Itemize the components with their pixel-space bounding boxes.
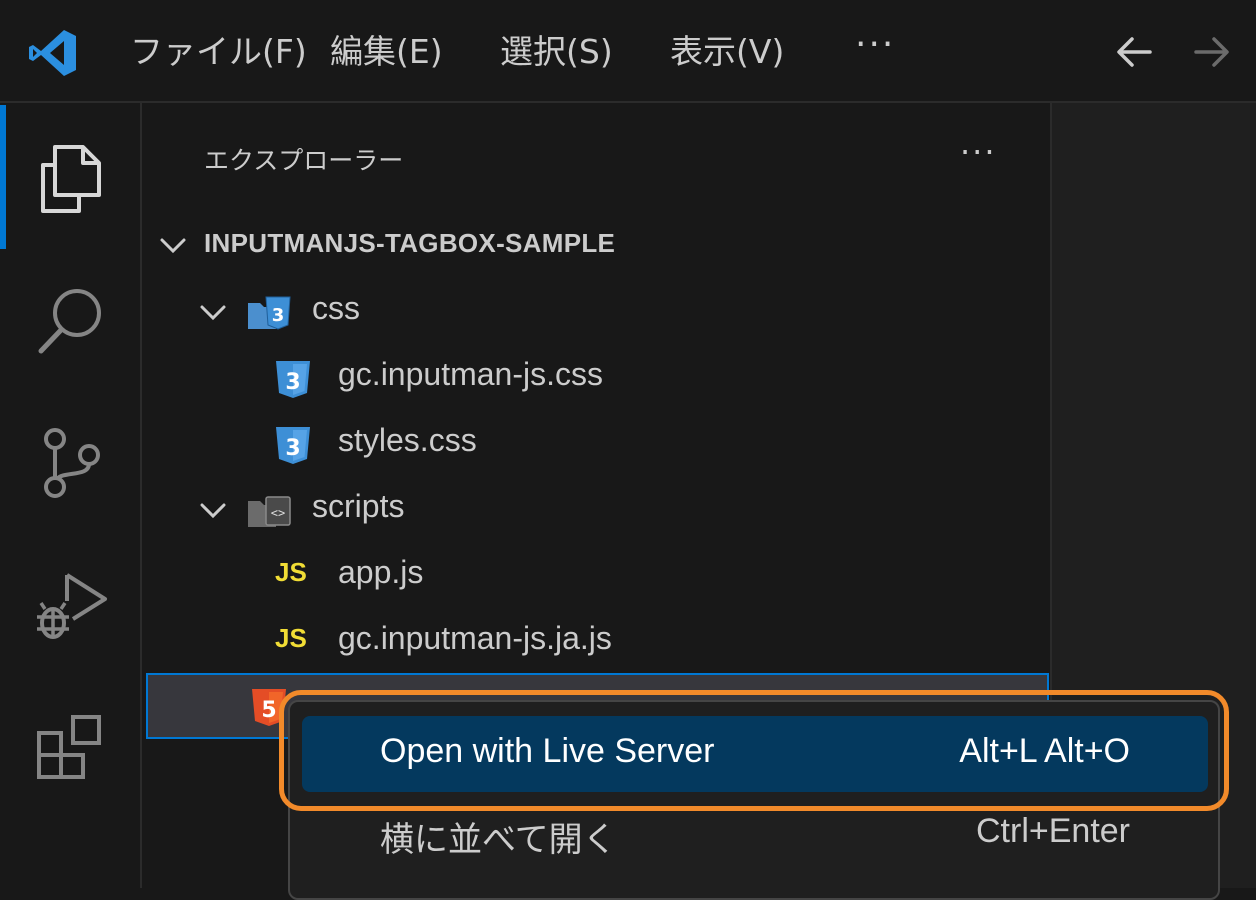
- tree-label: styles.css: [338, 422, 477, 458]
- tree-file-css[interactable]: 3 styles.css: [142, 411, 1050, 477]
- vscode-logo-icon: [29, 30, 76, 76]
- menu-item-shortcut: Ctrl+Enter: [976, 812, 1130, 850]
- svg-text:<>: <>: [271, 506, 285, 520]
- chevron-down-icon: [200, 305, 226, 321]
- context-menu: Open with Live Server Alt+L Alt+O 横に並べて開…: [288, 700, 1220, 900]
- source-control-icon[interactable]: [33, 425, 109, 501]
- root-folder-label: INPUTMANJS-TAGBOX-SAMPLE: [204, 228, 616, 258]
- scripts-folder-icon: <>: [248, 496, 291, 527]
- search-icon[interactable]: [33, 283, 109, 359]
- menu-edit[interactable]: 編集(E): [330, 30, 443, 74]
- tree-file-js[interactable]: JS app.js: [142, 543, 1050, 609]
- tree-label: app.js: [338, 554, 424, 590]
- tree-label: css: [312, 290, 360, 326]
- menu-more-button[interactable]: ···: [855, 24, 895, 65]
- menu-item-shortcut: Alt+L Alt+O: [959, 732, 1130, 770]
- js-file-icon: JS: [275, 557, 307, 587]
- css3-icon: 3: [276, 427, 310, 464]
- menu-open-live-server[interactable]: Open with Live Server Alt+L Alt+O: [302, 716, 1208, 792]
- css-folder-icon: 3: [248, 296, 291, 330]
- tree-folder-css[interactable]: 3 css: [142, 279, 1050, 345]
- menu-file[interactable]: ファイル(F): [130, 30, 307, 74]
- tree-label: gc.inputman-js.ja.js: [338, 620, 612, 656]
- tree-label: gc.inputman-js.css: [338, 356, 603, 392]
- chevron-down-icon: [200, 503, 226, 519]
- tree-root-folder[interactable]: INPUTMANJS-TAGBOX-SAMPLE: [142, 212, 1050, 278]
- svg-text:3: 3: [272, 305, 285, 326]
- run-debug-icon[interactable]: [33, 567, 109, 643]
- back-arrow-icon[interactable]: [1112, 30, 1156, 74]
- explorer-title: エクスプローラー: [204, 146, 404, 175]
- menu-open-to-side[interactable]: 横に並べて開く Ctrl+Enter: [302, 796, 1208, 872]
- menu-item-label: Open with Live Server: [380, 732, 715, 770]
- explorer-more-button[interactable]: ···: [960, 133, 997, 171]
- svg-text:3: 3: [285, 436, 300, 461]
- html5-icon: 5: [252, 689, 286, 726]
- activity-bar: [0, 103, 142, 888]
- svg-text:5: 5: [261, 698, 276, 723]
- extensions-icon[interactable]: [33, 711, 109, 787]
- tree-folder-scripts[interactable]: <> scripts: [142, 477, 1050, 543]
- tree-file-css[interactable]: 3 gc.inputman-js.css: [142, 345, 1050, 411]
- tree-label: scripts: [312, 488, 405, 524]
- css3-icon: 3: [276, 361, 310, 398]
- explorer-icon[interactable]: [33, 139, 109, 215]
- menu-item-label: 横に並べて開く: [380, 821, 617, 859]
- svg-text:3: 3: [285, 370, 300, 395]
- title-bar: ファイル(F) 編集(E) 選択(S) 表示(V) ···: [0, 0, 1256, 103]
- forward-arrow-icon[interactable]: [1190, 30, 1234, 74]
- menu-selection[interactable]: 選択(S): [500, 30, 613, 74]
- active-indicator: [0, 105, 6, 249]
- chevron-down-icon: [160, 238, 186, 254]
- js-file-icon: JS: [275, 623, 307, 653]
- menu-view[interactable]: 表示(V): [670, 30, 784, 74]
- tree-file-js[interactable]: JS gc.inputman-js.ja.js: [142, 609, 1050, 675]
